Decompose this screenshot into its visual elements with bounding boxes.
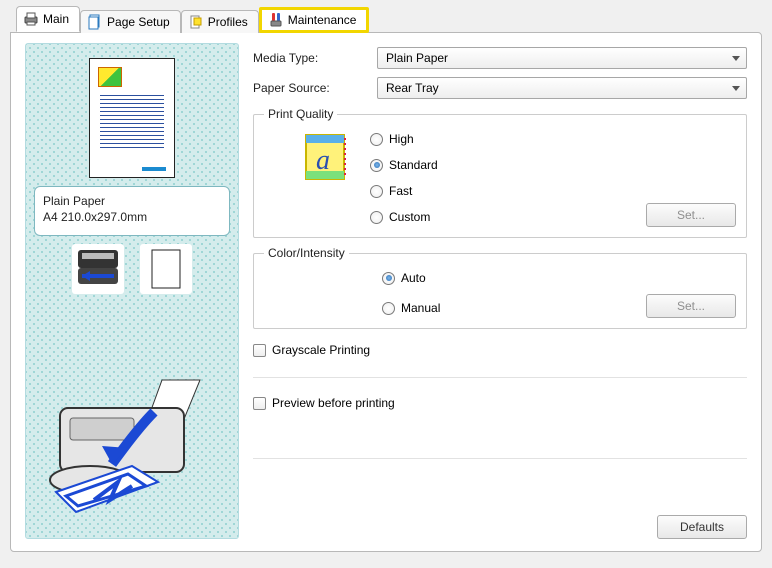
tab-maintenance[interactable]: Maintenance: [259, 7, 370, 33]
paper-dimensions-text: A4 210.0x297.0mm: [43, 209, 221, 225]
tray-preview-row: [72, 244, 192, 294]
grayscale-label: Grayscale Printing: [272, 343, 370, 357]
dropdown-caret-icon: [732, 56, 740, 61]
svg-text:a: a: [316, 145, 330, 176]
radio-manual[interactable]: Manual: [382, 298, 440, 318]
print-quality-options: High Standard Fast Custom: [370, 129, 438, 227]
print-quality-icon: a: [304, 133, 350, 183]
color-intensity-options: Auto Manual: [382, 268, 440, 318]
media-type-row: Media Type: Plain Paper: [253, 47, 747, 69]
print-quality-group: Print Quality a: [253, 107, 747, 238]
color-intensity-legend: Color/Intensity: [264, 246, 349, 260]
print-quality-set-button[interactable]: Set...: [646, 203, 736, 227]
doc-image-icon: [98, 67, 122, 87]
defaults-button[interactable]: Defaults: [657, 515, 747, 539]
maintenance-icon: [268, 12, 284, 28]
radio-high-label: High: [389, 132, 414, 146]
paper-source-select[interactable]: Rear Tray: [377, 77, 747, 99]
color-intensity-set-button[interactable]: Set...: [646, 294, 736, 318]
panel-body: Plain Paper A4 210.0x297.0mm: [10, 32, 762, 552]
tab-main-label: Main: [43, 12, 69, 26]
preview-checkbox[interactable]: [253, 397, 266, 410]
paper-source-row: Paper Source: Rear Tray: [253, 77, 747, 99]
radio-custom[interactable]: Custom: [370, 207, 438, 227]
radio-standard[interactable]: Standard: [370, 155, 438, 175]
dropdown-caret-icon: [732, 86, 740, 91]
tab-maintenance-label: Maintenance: [288, 13, 357, 27]
radio-auto[interactable]: Auto: [382, 268, 440, 288]
tab-profiles[interactable]: Profiles: [181, 10, 259, 33]
radio-auto-label: Auto: [401, 271, 426, 285]
paper-info-box: Plain Paper A4 210.0x297.0mm: [34, 186, 230, 236]
settings-column: Media Type: Plain Paper Paper Source: Re…: [253, 43, 747, 539]
media-type-value: Plain Paper: [386, 51, 448, 65]
radio-custom-label: Custom: [389, 210, 430, 224]
footer-row: Defaults: [253, 509, 747, 539]
printer-illustration: [42, 374, 222, 524]
tab-main[interactable]: Main: [16, 6, 80, 32]
paper-source-value: Rear Tray: [386, 81, 439, 95]
preview-column: Plain Paper A4 210.0x297.0mm: [25, 43, 239, 539]
rear-tray-icon: [72, 244, 124, 294]
tab-page-setup-label: Page Setup: [107, 15, 170, 29]
separator: [253, 377, 747, 378]
paper-source-label: Paper Source:: [253, 81, 369, 95]
footer-separator: [253, 458, 747, 459]
grayscale-checkbox[interactable]: [253, 344, 266, 357]
radio-fast[interactable]: Fast: [370, 181, 438, 201]
page-setup-icon: [87, 14, 103, 30]
blank-sheet-icon: [140, 244, 192, 294]
paper-name-text: Plain Paper: [43, 193, 221, 209]
radio-high[interactable]: High: [370, 129, 438, 149]
radio-fast-label: Fast: [389, 184, 412, 198]
radio-manual-label: Manual: [401, 301, 440, 315]
preview-label: Preview before printing: [272, 396, 395, 410]
tab-strip: Main Page Setup Profiles Maintenance: [16, 8, 762, 32]
printer-driver-main-panel: Main Page Setup Profiles Maintenance: [0, 0, 772, 568]
printer-icon: [23, 11, 39, 27]
media-type-select[interactable]: Plain Paper: [377, 47, 747, 69]
document-preview-thumb: [89, 58, 175, 178]
tab-profiles-label: Profiles: [208, 15, 248, 29]
preview-checkbox-row[interactable]: Preview before printing: [253, 396, 747, 410]
profiles-icon: [188, 14, 204, 30]
media-type-label: Media Type:: [253, 51, 369, 65]
grayscale-checkbox-row[interactable]: Grayscale Printing: [253, 343, 747, 357]
color-intensity-group: Color/Intensity Auto Manual: [253, 246, 747, 329]
tab-page-setup[interactable]: Page Setup: [80, 10, 181, 33]
radio-standard-label: Standard: [389, 158, 438, 172]
print-quality-legend: Print Quality: [264, 107, 337, 121]
